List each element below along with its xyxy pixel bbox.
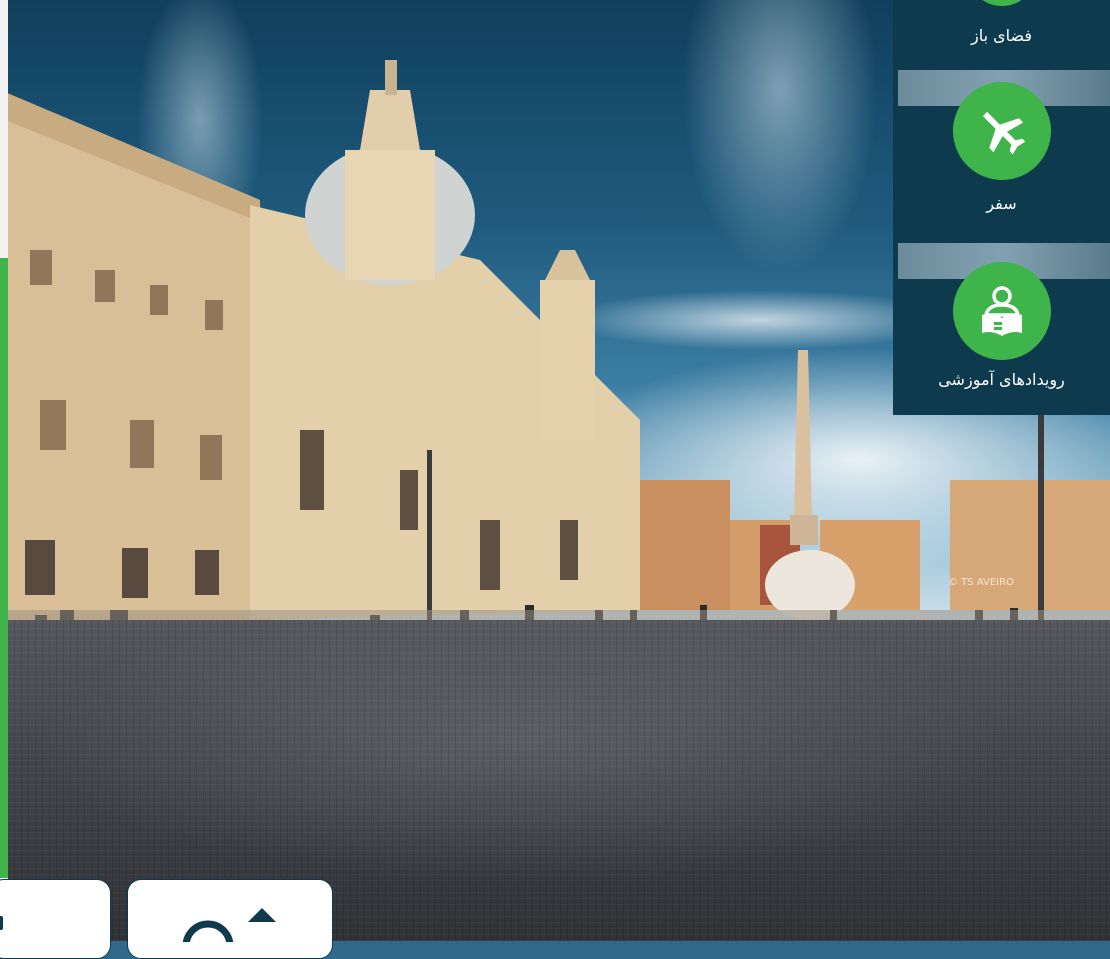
card-icon-left [0,916,3,930]
category-label: سفر [986,194,1017,213]
bottom-card[interactable] [127,879,333,959]
category-travel[interactable]: سفر [893,82,1110,213]
left-accent-bar [0,258,8,878]
card-icon-house [170,902,290,959]
photo-watermark: © TS AVEIRO [948,577,1014,588]
category-label: رویدادهای آموزشی [938,370,1065,389]
category-label: فضای باز [970,26,1033,45]
airplane-icon [952,82,1051,180]
bottom-card[interactable] [0,879,111,959]
left-edge-strip [0,0,8,941]
category-education[interactable]: رویدادهای آموزشی [893,262,1110,389]
category-outdoor[interactable]: فضای باز [893,20,1110,45]
education-reader-icon [952,262,1051,360]
